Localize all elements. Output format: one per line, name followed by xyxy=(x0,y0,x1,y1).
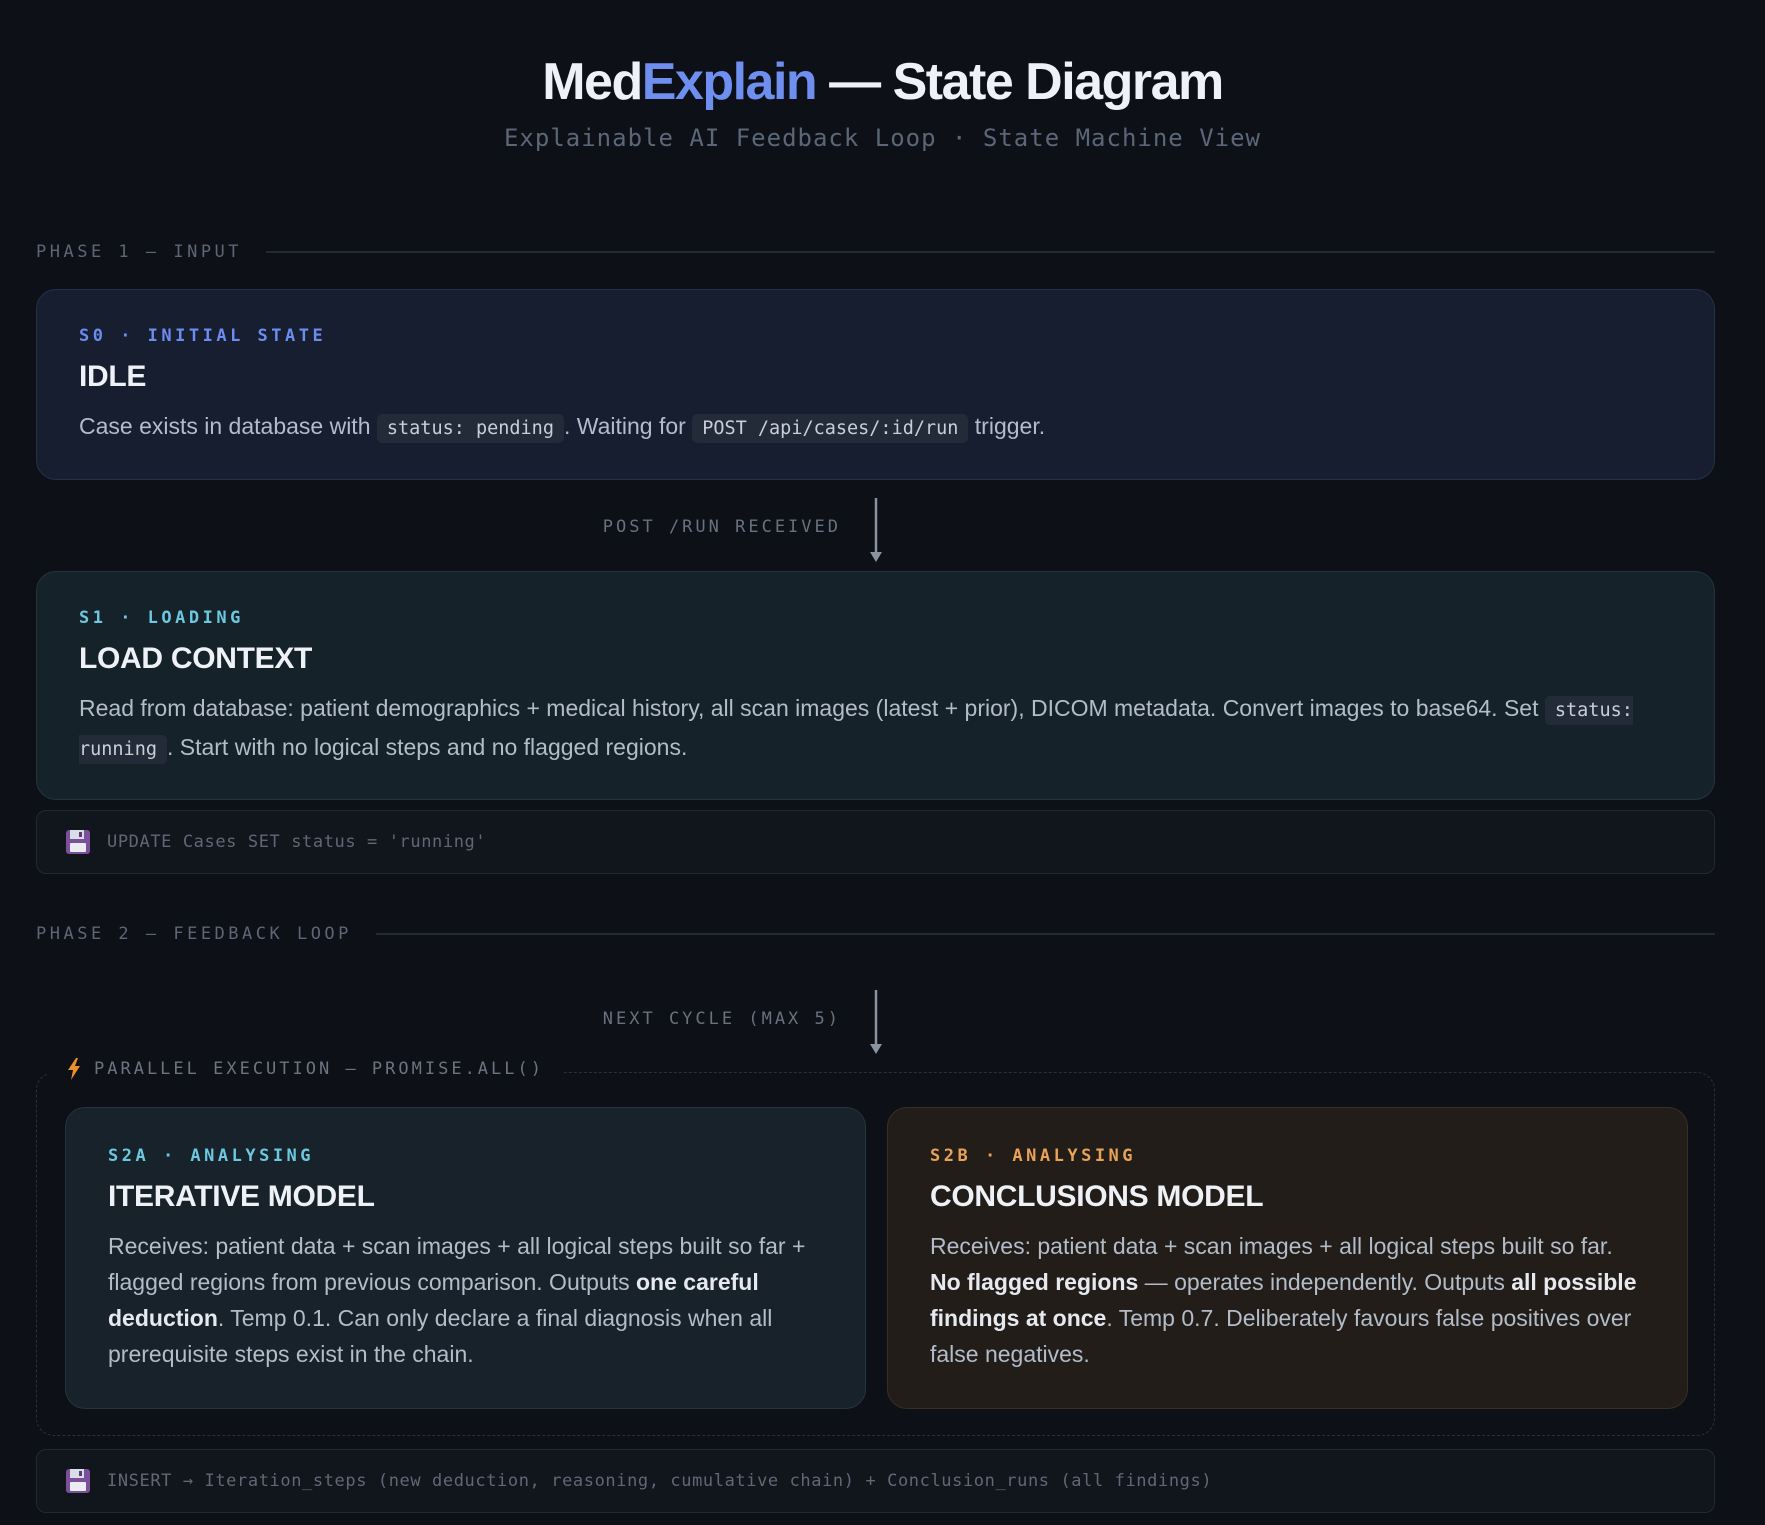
state-s0-desc-part: trigger. xyxy=(968,413,1046,439)
parallel-execution-text: PARALLEL EXECUTION — PROMISE.ALL() xyxy=(94,1059,544,1079)
transition-next-cycle: NEXT CYCLE (MAX 5) xyxy=(0,990,1765,1056)
state-s0-title: IDLE xyxy=(79,360,147,393)
transition-next-cycle-label: NEXT CYCLE (MAX 5) xyxy=(602,1009,841,1029)
db-note-update: UPDATE Cases SET status = 'running' xyxy=(36,810,1715,874)
state-s1-tag: S1 · LOADING xyxy=(79,608,244,628)
state-s0-desc-part: Case exists in database with xyxy=(79,413,377,439)
state-s2a-tag: S2A · ANALYSING xyxy=(108,1146,315,1166)
state-s0-code-status: status: pending xyxy=(376,414,564,443)
state-s2b-desc-part: Receives: patient data + scan images + a… xyxy=(930,1233,1613,1259)
arrow-down-icon xyxy=(870,498,882,562)
parallel-execution-label: PARALLEL EXECUTION — PROMISE.ALL() xyxy=(48,1058,562,1080)
transition-s0-s1: POST /RUN RECEIVED xyxy=(0,498,1765,564)
state-s2b-conclusions-model: S2B · ANALYSING CONCLUSIONS MODEL Receiv… xyxy=(887,1107,1688,1409)
db-note-update-text: UPDATE Cases SET status = 'running' xyxy=(107,832,487,852)
phase-2-divider: PHASE 2 — FEEDBACK LOOP xyxy=(36,922,1715,946)
phase-1-divider: PHASE 1 — INPUT xyxy=(36,240,1715,264)
title-accent: Explain xyxy=(641,53,818,111)
state-s2b-desc-part: — operates independently. Outputs xyxy=(1138,1269,1512,1295)
state-s1-desc-part: Read from database: patient demographics… xyxy=(79,695,1545,721)
db-note-insert-text: INSERT → Iteration_steps (new deduction,… xyxy=(107,1471,1213,1491)
floppy-disk-icon xyxy=(66,1469,90,1493)
state-s2b-description: Receives: patient data + scan images + a… xyxy=(930,1228,1645,1372)
page-title: MedExplain — State Diagram xyxy=(0,52,1765,112)
state-s1-description: Read from database: patient demographics… xyxy=(79,690,1672,768)
state-s1-desc-part: . Start with no logical steps and no fla… xyxy=(166,734,688,760)
phase-2-label: PHASE 2 — FEEDBACK LOOP xyxy=(36,924,352,944)
state-s2a-description: Receives: patient data + scan images + a… xyxy=(108,1228,823,1372)
floppy-disk-icon xyxy=(66,830,90,854)
state-s1-load-context: S1 · LOADING LOAD CONTEXT Read from data… xyxy=(36,571,1715,800)
state-s2a-iterative-model: S2A · ANALYSING ITERATIVE MODEL Receives… xyxy=(65,1107,866,1409)
phase-2-line xyxy=(375,933,1715,935)
state-s2b-tag: S2B · ANALYSING xyxy=(930,1146,1137,1166)
state-s2b-title: CONCLUSIONS MODEL xyxy=(930,1180,1264,1213)
transition-s0-s1-label: POST /RUN RECEIVED xyxy=(602,517,841,537)
db-note-insert: INSERT → Iteration_steps (new deduction,… xyxy=(36,1449,1715,1513)
state-s0-description: Case exists in database with status: pen… xyxy=(79,408,1672,447)
page-subtitle: Explainable AI Feedback Loop · State Mac… xyxy=(503,124,1261,152)
state-s1-title: LOAD CONTEXT xyxy=(79,642,313,675)
phase-1-label: PHASE 1 — INPUT xyxy=(36,242,243,262)
arrow-down-icon xyxy=(870,990,882,1054)
state-s2b-desc-bold: No flagged regions xyxy=(930,1269,1139,1295)
title-part-1: Med xyxy=(542,53,643,111)
state-s0-idle: S0 · INITIAL STATE IDLE Case exists in d… xyxy=(36,289,1715,480)
state-s0-desc-part: . Waiting for xyxy=(563,413,693,439)
phase-1-line xyxy=(266,251,1715,253)
state-s2a-title: ITERATIVE MODEL xyxy=(108,1180,375,1213)
state-s0-tag: S0 · INITIAL STATE xyxy=(79,326,327,346)
lightning-icon xyxy=(68,1058,80,1080)
state-s0-code-endpoint: POST /api/cases/:id/run xyxy=(692,414,969,443)
title-part-2: — State Diagram xyxy=(816,53,1224,111)
